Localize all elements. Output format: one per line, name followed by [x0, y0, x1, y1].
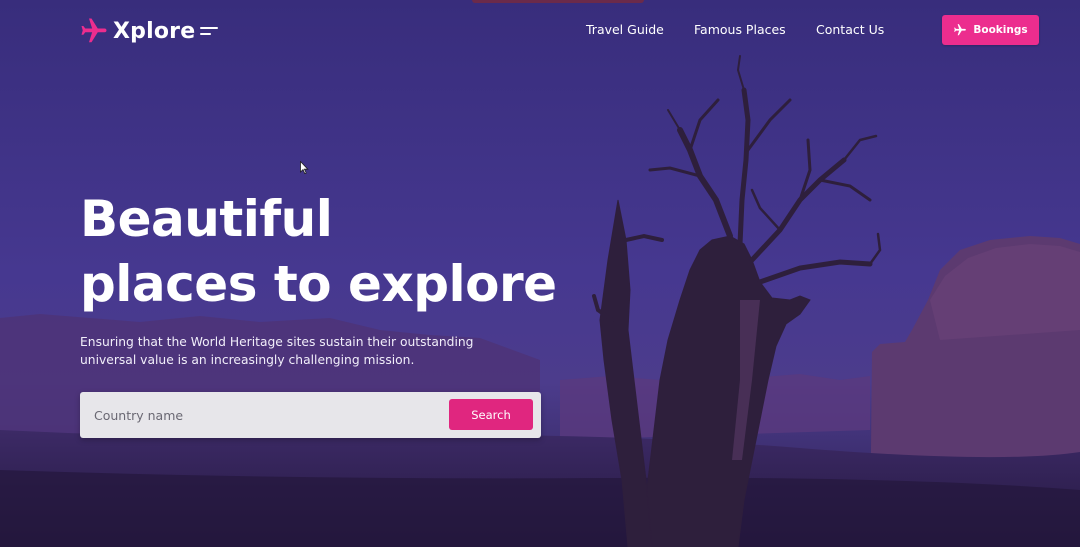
logo[interactable]: Xplore — [79, 16, 220, 46]
headline-line-1: Beautiful — [80, 190, 333, 248]
hero-description: Ensuring that the World Heritage sites s… — [80, 335, 474, 367]
search-button[interactable]: Search — [449, 399, 533, 430]
country-search-input[interactable] — [80, 392, 440, 438]
hero-headline: Beautiful places to explore — [80, 187, 557, 317]
hero-section: Xplore Travel Guide Famous Places Contac… — [0, 0, 1080, 547]
mouse-cursor-icon — [300, 161, 309, 175]
search-bar: Search — [80, 392, 541, 438]
nav-link-contact-us[interactable]: Contact Us — [816, 22, 884, 37]
top-navbar: Xplore Travel Guide Famous Places Contac… — [0, 0, 1080, 62]
nav-link-travel-guide[interactable]: Travel Guide — [586, 22, 664, 37]
airplane-icon — [81, 18, 107, 43]
nav-link-famous-places[interactable]: Famous Places — [694, 22, 786, 37]
menu-lines-icon[interactable] — [200, 24, 220, 38]
airplane-icon — [954, 24, 967, 36]
brand-name: Xplore — [113, 18, 196, 44]
bookings-label: Bookings — [973, 24, 1028, 36]
headline-line-2: places to explore — [80, 255, 557, 313]
bookings-button[interactable]: Bookings — [942, 15, 1039, 45]
